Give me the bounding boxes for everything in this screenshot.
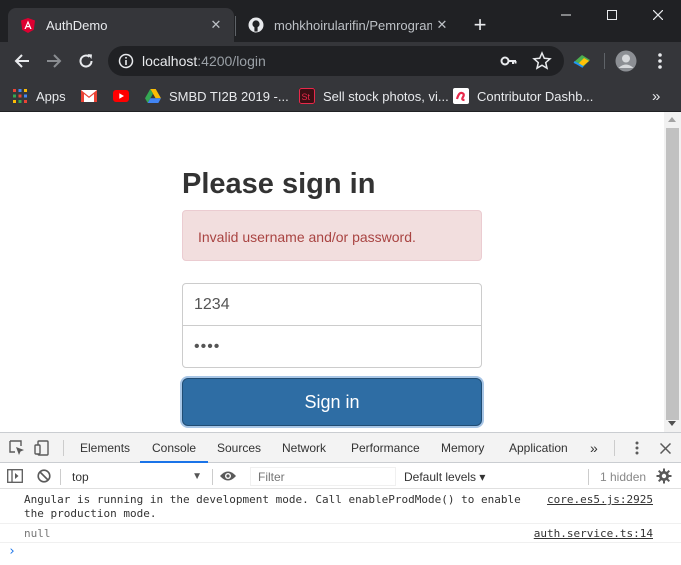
close-window-icon[interactable] [635,0,681,30]
google-drive-icon [145,88,161,104]
username-input[interactable] [182,283,482,326]
bookmark-label: Sell stock photos, vi... [323,88,449,104]
console-toolbar: top ▼ Default levels ▾ 1 hidden [0,464,681,489]
log-levels-dropdown[interactable]: Default levels ▾ [404,468,485,486]
tab-authdemo[interactable]: AuthDemo ✕ [8,8,234,42]
toolbar-separator [588,469,589,485]
tab-application[interactable]: Application [509,433,568,463]
bookmark-label: Apps [36,88,66,104]
back-arrow-icon[interactable] [8,47,36,75]
github-icon [248,17,264,33]
adobe-stock-icon: St [299,88,315,104]
youtube-icon [113,88,129,104]
context-selector[interactable]: top ▼ [68,468,206,486]
scroll-up-arrow-icon[interactable] [668,117,676,122]
tab-title: AuthDemo [46,17,108,33]
console-message-text: Angular is running in the development mo… [24,493,521,520]
bookmark-youtube[interactable] [113,86,137,106]
more-tabs-chevron-icon[interactable]: » [590,433,598,463]
gmail-icon [81,88,97,104]
url-host: localhost [142,53,198,69]
clear-console-icon[interactable] [35,467,53,485]
bookmark-smbd[interactable]: SMBD TI2B 2019 -... [145,86,289,106]
live-expression-eye-icon[interactable] [219,467,237,485]
bookmarks-overflow-chevron-icon[interactable]: » [652,86,660,106]
console-settings-gear-icon[interactable] [655,467,673,485]
bookmarks-bar: Apps SMBD TI2B 2019 -... St Sell stock p… [0,80,681,112]
bookmark-adobe-stock[interactable]: St Sell stock photos, vi... [299,86,449,106]
bookmark-star-icon[interactable] [532,51,552,76]
page-title: Please sign in [182,168,376,200]
page-scrollbar[interactable] [664,112,681,432]
tab-memory[interactable]: Memory [441,433,484,463]
devtools-panel: Elements Console Sources Network Perform… [0,432,681,565]
bookmark-label: SMBD TI2B 2019 -... [169,88,289,104]
close-devtools-icon[interactable] [656,439,674,457]
tab-elements[interactable]: Elements [80,433,130,463]
url-path: :4200/login [197,53,266,69]
tab-separator [63,440,64,456]
scroll-down-arrow-icon[interactable] [668,421,676,426]
tab-network[interactable]: Network [282,433,326,463]
password-input[interactable] [182,325,482,368]
tab-console[interactable]: Console [140,433,209,463]
forward-arrow-icon[interactable] [40,47,68,75]
console-prompt-chevron-icon[interactable]: › [8,544,16,559]
reload-icon[interactable] [72,47,100,75]
bookmark-label: Contributor Dashb... [477,88,594,104]
console-filter-input[interactable] [250,467,396,486]
toolbar-separator [212,469,213,485]
console-source-link[interactable]: auth.service.ts:14 [534,527,653,541]
address-bar[interactable]: localhost:4200/login [108,46,564,76]
angular-icon [20,17,36,33]
tab-title: mohkhoirularifin/Pemrograma [274,17,432,33]
tab-github[interactable]: mohkhoirularifin/Pemrograma ✕ [236,8,460,42]
browser-toolbar: localhost:4200/login [0,42,681,80]
sign-in-button[interactable]: Sign in [182,378,482,426]
bookmark-apps[interactable]: Apps [12,86,66,106]
toolbar-divider [604,53,605,69]
hidden-messages-count: 1 hidden [600,470,647,484]
tab-sources[interactable]: Sources [217,433,261,463]
contributor-icon [453,88,469,104]
devtools-tabbar: Elements Console Sources Network Perform… [0,433,681,463]
bookmark-gmail[interactable] [81,86,105,106]
tab-separator [614,440,615,456]
key-icon[interactable] [500,53,518,74]
url-text: localhost:4200/login [142,53,266,69]
context-value: top [72,470,89,484]
close-tab-icon[interactable]: ✕ [432,15,452,35]
svg-text:St: St [302,92,311,102]
console-message: Angular is running in the development mo… [0,490,681,524]
dropdown-caret-icon: ▼ [192,471,202,482]
tab-strip: AuthDemo ✕ mohkhoirularifin/Pemrograma ✕… [0,0,681,42]
maximize-icon[interactable] [589,0,635,30]
close-tab-icon[interactable]: ✕ [206,15,226,35]
console-message-text: null [24,527,51,540]
page-viewport: Please sign in Invalid username and/or p… [0,112,664,432]
new-tab-button[interactable]: + [468,14,492,38]
bookmark-contributor[interactable]: Contributor Dashb... [453,86,593,106]
error-alert: Invalid username and/or password. [182,210,482,261]
inspect-element-icon[interactable] [8,439,26,457]
device-toolbar-icon[interactable] [33,439,51,457]
console-source-link[interactable]: core.es5.js:2925 [547,493,653,507]
extension-icon[interactable] [568,47,596,75]
minimize-icon[interactable] [543,0,589,30]
apps-grid-icon [12,88,28,104]
console-message: null auth.service.ts:14 [0,524,681,543]
toolbar-separator [60,469,61,485]
menu-kebab-icon[interactable] [646,47,674,75]
scrollbar-thumb[interactable] [666,128,679,420]
devtools-menu-kebab-icon[interactable] [628,439,646,457]
profile-avatar[interactable] [612,47,640,75]
show-sidebar-icon[interactable] [6,467,24,485]
tab-performance[interactable]: Performance [351,433,420,463]
site-info-icon[interactable] [118,53,134,74]
